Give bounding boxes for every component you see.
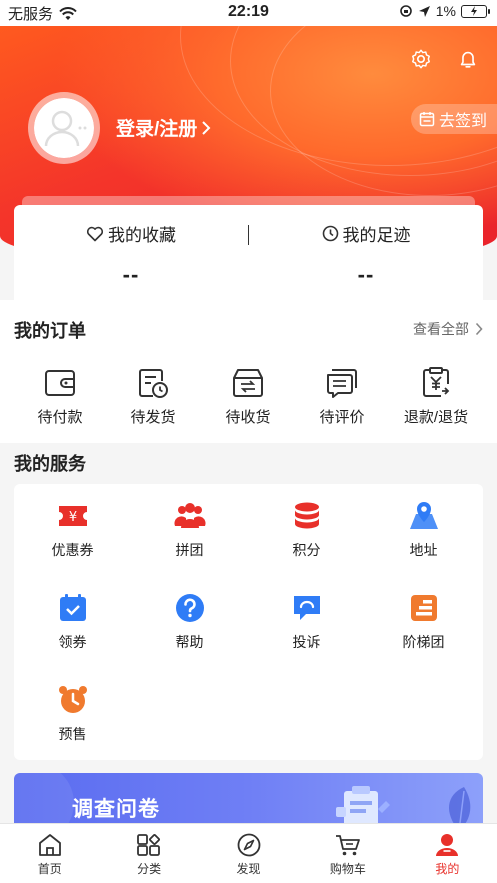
box-icon	[233, 369, 263, 397]
service-label: 阶梯团	[402, 634, 445, 650]
footprints-label: 我的足迹	[342, 226, 411, 245]
checkin-label: 去签到	[438, 113, 487, 130]
calendar-check-icon	[59, 594, 86, 621]
banner-title: 调查问卷	[72, 798, 160, 821]
order-refund[interactable]: 退款/退货	[389, 366, 483, 427]
category-icon	[137, 834, 161, 856]
checkin-button[interactable]: 去签到	[410, 104, 497, 134]
service-help[interactable]: 帮助	[131, 592, 248, 652]
service-label: 积分	[292, 542, 321, 558]
service-label: 预售	[58, 726, 87, 742]
service-label: 领券	[58, 634, 87, 650]
help-icon	[175, 594, 204, 622]
tab-mine[interactable]: 我的	[398, 824, 497, 883]
order-label: 待评价	[319, 409, 365, 426]
tab-label: 分类	[137, 862, 162, 876]
service-label: 地址	[409, 542, 438, 558]
login-register-link[interactable]: 登录/注册	[116, 114, 211, 141]
default-avatar-icon	[44, 110, 87, 147]
status-right: 1%	[399, 3, 490, 19]
order-pending-review[interactable]: 待评价	[295, 366, 389, 427]
location-icon	[409, 502, 438, 529]
favorites-stat[interactable]: 我的收藏 --	[14, 221, 248, 288]
service-coupon[interactable]: ¥ 优惠券	[14, 500, 131, 560]
svg-text:¥: ¥	[68, 510, 76, 525]
service-complaint[interactable]: 投诉	[248, 592, 365, 652]
service-points[interactable]: 积分	[248, 500, 365, 560]
login-label: 登录/注册	[116, 119, 198, 140]
service-label: 优惠券	[51, 542, 94, 558]
group-icon	[173, 503, 206, 528]
compass-icon	[237, 833, 260, 857]
battery-icon	[461, 4, 490, 18]
services-card: ¥ 优惠券 拼团 积分 地址 领券 帮助 投诉 阶梯团 预售	[14, 484, 483, 760]
battery-percent: 1%	[435, 3, 456, 19]
service-ladder-group[interactable]: 阶梯团	[365, 592, 482, 652]
see-all-label: 查看全部	[413, 321, 469, 337]
service-label: 帮助	[175, 634, 204, 650]
chat-icon	[293, 596, 320, 620]
avatar[interactable]	[28, 92, 100, 164]
refund-icon	[423, 367, 450, 397]
service-label: 拼团	[175, 542, 204, 558]
clock-icon	[322, 225, 338, 242]
tab-category[interactable]: 分类	[99, 824, 198, 883]
see-all-orders-link[interactable]: 查看全部	[413, 319, 483, 339]
home-icon	[38, 834, 61, 856]
favorites-count: --	[122, 262, 140, 287]
tab-home[interactable]: 首页	[0, 824, 99, 883]
favorites-label: 我的收藏	[108, 226, 176, 245]
footprints-count: --	[357, 262, 375, 287]
order-pending-payment[interactable]: 待付款	[13, 366, 107, 427]
tab-label: 发现	[236, 862, 261, 876]
chevron-right-icon	[202, 120, 211, 135]
status-bar: 无服务 22:19 1%	[0, 0, 497, 26]
tab-cart[interactable]: 购物车	[298, 824, 397, 883]
bell-icon[interactable]	[455, 46, 481, 72]
tab-label: 我的	[435, 862, 460, 876]
order-pending-shipment[interactable]: 待发货	[106, 366, 200, 427]
service-address[interactable]: 地址	[365, 500, 482, 560]
order-label: 退款/退货	[403, 409, 469, 426]
cart-icon	[335, 835, 360, 856]
orders-section: 我的订单 查看全部 待付款 待发货 待收货 待评价 退款/退货	[0, 300, 497, 443]
settings-icon[interactable]	[408, 46, 434, 72]
coins-icon	[294, 502, 319, 529]
tab-label: 购物车	[329, 862, 366, 876]
heart-icon	[86, 226, 104, 241]
bottom-tab-bar: 首页 分类 发现 购物车 我的	[0, 823, 497, 883]
order-label: 待发货	[130, 409, 176, 426]
footprints-stat[interactable]: 我的足迹 --	[249, 221, 483, 288]
rotation-lock-icon	[399, 5, 412, 17]
wallet-icon	[45, 370, 75, 396]
service-claim-coupon[interactable]: 领券	[14, 592, 131, 652]
clock-doc-icon	[139, 369, 168, 398]
services-title: 我的服务	[14, 454, 86, 474]
location-arrow-icon	[418, 5, 430, 17]
service-group-buy[interactable]: 拼团	[131, 500, 248, 560]
user-icon	[436, 834, 459, 856]
tab-label: 首页	[37, 862, 62, 876]
ladder-icon	[410, 595, 437, 621]
stats-card: 我的收藏 -- 我的足迹 --	[14, 196, 483, 300]
calendar-icon	[419, 112, 435, 127]
order-pending-receipt[interactable]: 待收货	[201, 366, 295, 427]
chevron-right-icon	[475, 322, 483, 336]
service-presale[interactable]: 预售	[14, 684, 131, 744]
order-label: 待收货	[225, 409, 271, 426]
comment-icon	[327, 369, 357, 398]
service-label: 投诉	[292, 634, 321, 650]
tab-discover[interactable]: 发现	[199, 824, 298, 883]
coupon-icon: ¥	[58, 506, 87, 526]
order-label: 待付款	[37, 409, 83, 426]
orders-title: 我的订单	[14, 321, 86, 341]
alarm-icon	[58, 686, 87, 713]
